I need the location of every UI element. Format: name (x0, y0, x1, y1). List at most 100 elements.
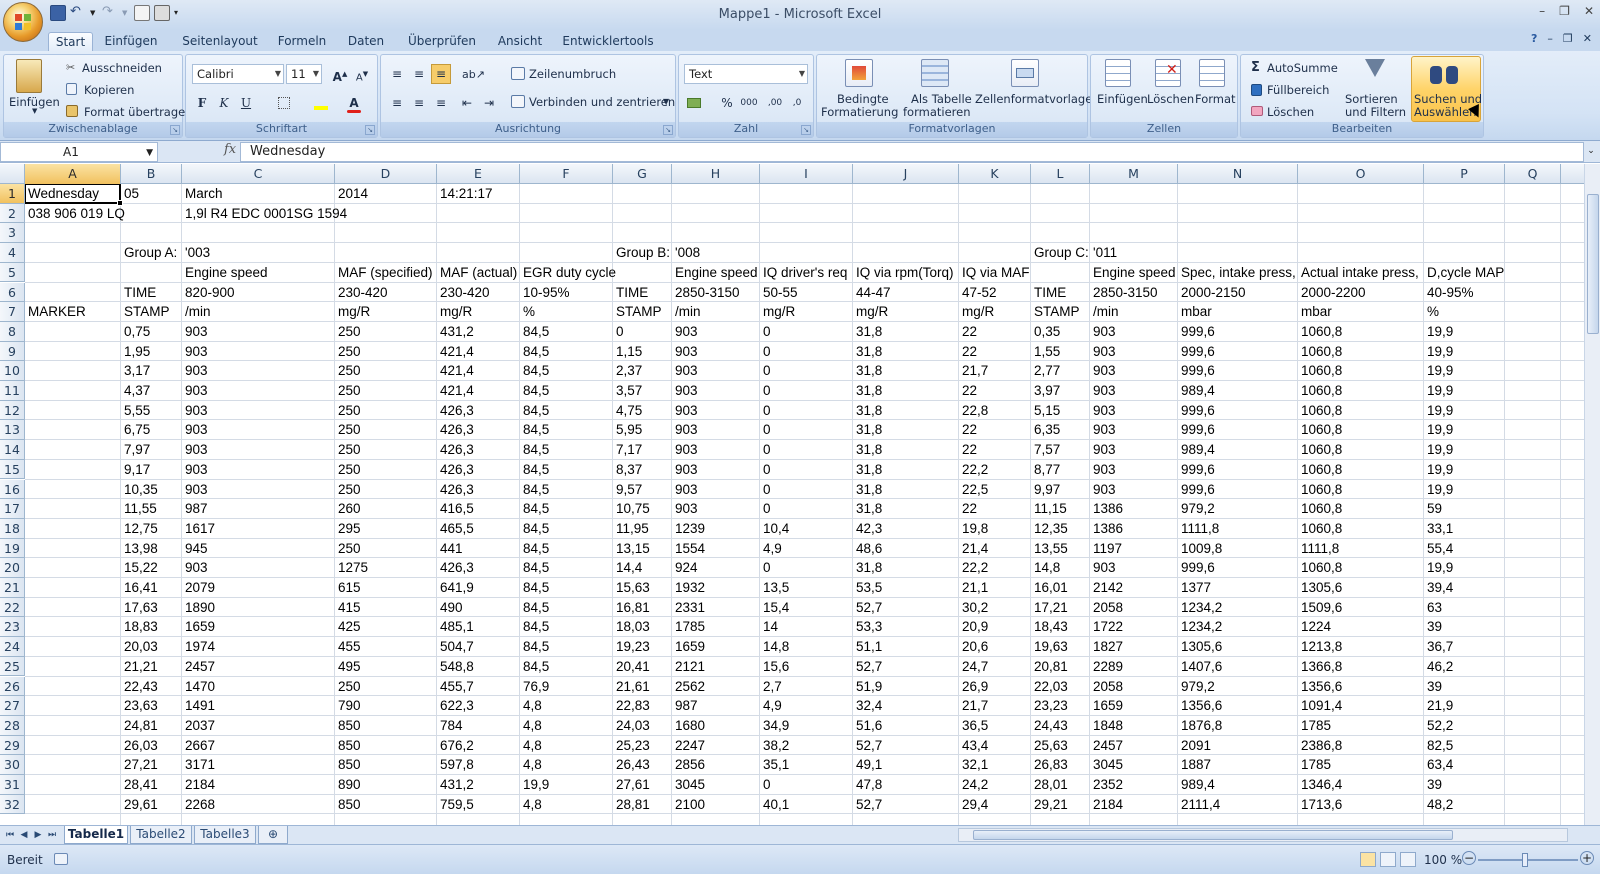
cell-e11[interactable]: 421,4 (437, 381, 474, 401)
cell-p13[interactable]: 19,9 (1424, 420, 1453, 440)
font-size-combo[interactable]: 11 ▼ (286, 64, 322, 84)
column-header-f[interactable]: F (520, 164, 613, 184)
column-header-k[interactable]: K (959, 164, 1031, 184)
cell-l24[interactable]: 19,63 (1031, 637, 1068, 657)
cell-b32[interactable]: 29,61 (121, 795, 158, 815)
increase-decimal-icon[interactable]: ,00 (765, 93, 785, 113)
cell-o16[interactable]: 1060,8 (1298, 480, 1342, 500)
cell-p23[interactable]: 39 (1424, 617, 1442, 637)
cell-c1[interactable]: March (182, 184, 223, 204)
cell-j17[interactable]: 31,8 (853, 499, 882, 519)
cell-h26[interactable]: 2562 (672, 677, 705, 697)
cell-g13[interactable]: 5,95 (613, 420, 642, 440)
cell-o32[interactable]: 1713,6 (1298, 795, 1342, 815)
row-header-6[interactable]: 6 (0, 282, 25, 303)
cell-b8[interactable]: 0,75 (121, 322, 150, 342)
cell-m15[interactable]: 903 (1090, 460, 1116, 480)
cell-m10[interactable]: 903 (1090, 361, 1116, 381)
cell-k25[interactable]: 24,7 (959, 657, 988, 677)
cell-l25[interactable]: 20,81 (1031, 657, 1068, 677)
cell-j19[interactable]: 48,6 (853, 539, 882, 559)
cell-m13[interactable]: 903 (1090, 420, 1116, 440)
cell-k22[interactable]: 30,2 (959, 598, 988, 618)
cell-j32[interactable]: 52,7 (853, 795, 882, 815)
cell-d32[interactable]: 850 (335, 795, 361, 815)
chevron-down-icon[interactable]: ▼ (663, 97, 669, 106)
cell-l20[interactable]: 14,8 (1031, 558, 1060, 578)
tab-formeln[interactable]: Formeln (272, 32, 332, 51)
conditional-format-button-line2[interactable]: Formatierung (821, 105, 898, 119)
cell-a2[interactable]: 038 906 019 LQ (25, 204, 125, 224)
cell-h8[interactable]: 903 (672, 322, 698, 342)
cell-k6[interactable]: 47-52 (959, 283, 997, 303)
row-header-5[interactable]: 5 (0, 262, 25, 283)
dialog-launcher-icon[interactable]: ↘ (170, 125, 180, 135)
cell-m16[interactable]: 903 (1090, 480, 1116, 500)
cell-f7[interactable]: % (520, 302, 535, 322)
row-header-16[interactable]: 16 (0, 479, 25, 500)
cell-n11[interactable]: 989,4 (1178, 381, 1215, 401)
grow-font-icon[interactable]: A▲ (330, 64, 350, 84)
row-header-31[interactable]: 31 (0, 775, 25, 795)
cell-f9[interactable]: 84,5 (520, 342, 549, 362)
tab-ueberpruefen[interactable]: Überprüfen (404, 32, 480, 51)
cell-n18[interactable]: 1111,8 (1178, 519, 1219, 539)
cell-f16[interactable]: 84,5 (520, 480, 549, 500)
cell-f22[interactable]: 84,5 (520, 598, 549, 618)
conditional-format-button[interactable]: Bedingte (837, 92, 889, 106)
cell-b10[interactable]: 3,17 (121, 361, 150, 381)
cell-k24[interactable]: 20,6 (959, 637, 988, 657)
column-header-e[interactable]: E (437, 164, 520, 184)
cell-i6[interactable]: 50-55 (760, 283, 798, 303)
cell-b20[interactable]: 15,22 (121, 558, 158, 578)
cell-b18[interactable]: 12,75 (121, 519, 158, 539)
cell-d30[interactable]: 850 (335, 755, 361, 775)
cell-o8[interactable]: 1060,8 (1298, 322, 1342, 342)
cell-f28[interactable]: 4,8 (520, 716, 542, 736)
cell-f32[interactable]: 4,8 (520, 795, 542, 815)
cell-d14[interactable]: 250 (335, 440, 361, 460)
column-header-l[interactable]: L (1031, 164, 1090, 184)
column-header-g[interactable]: G (613, 164, 672, 184)
cell-d21[interactable]: 615 (335, 578, 361, 598)
cell-l30[interactable]: 26,83 (1031, 755, 1068, 775)
zoom-slider-knob[interactable] (1522, 853, 1528, 867)
cell-b15[interactable]: 9,17 (121, 460, 150, 480)
cell-g29[interactable]: 25,23 (613, 736, 650, 756)
sheet-tab-tabelle1[interactable]: Tabelle1 (64, 826, 128, 844)
cell-l16[interactable]: 9,97 (1031, 480, 1060, 500)
cell-c24[interactable]: 1974 (182, 637, 215, 657)
decrease-decimal-icon[interactable]: ,0 (787, 93, 807, 113)
cell-f24[interactable]: 84,5 (520, 637, 549, 657)
cell-d7[interactable]: mg/R (335, 302, 370, 322)
cell-c8[interactable]: 903 (182, 322, 208, 342)
cell-o13[interactable]: 1060,8 (1298, 420, 1342, 440)
cell-b1[interactable]: 05 (121, 184, 139, 204)
cell-e24[interactable]: 504,7 (437, 637, 474, 657)
cell-o19[interactable]: 1111,8 (1298, 539, 1339, 559)
cell-e17[interactable]: 416,5 (437, 499, 474, 519)
cell-h9[interactable]: 903 (672, 342, 698, 362)
cell-g27[interactable]: 22,83 (613, 696, 650, 716)
cell-f13[interactable]: 84,5 (520, 420, 549, 440)
cell-o5[interactable]: Actual intake press, (1298, 263, 1419, 283)
cell-m24[interactable]: 1827 (1090, 637, 1123, 657)
cell-m23[interactable]: 1722 (1090, 617, 1123, 637)
row-header-13[interactable]: 13 (0, 420, 25, 441)
cell-h21[interactable]: 1932 (672, 578, 705, 598)
column-header-b[interactable]: B (121, 164, 182, 184)
cell-d17[interactable]: 260 (335, 499, 361, 519)
cell-l8[interactable]: 0,35 (1031, 322, 1060, 342)
cell-d31[interactable]: 890 (335, 775, 361, 795)
cell-n30[interactable]: 1887 (1178, 755, 1211, 775)
percent-button[interactable]: % (717, 93, 737, 113)
cell-o23[interactable]: 1224 (1298, 617, 1331, 637)
cell-k23[interactable]: 20,9 (959, 617, 988, 637)
cell-k13[interactable]: 22 (959, 420, 977, 440)
row-header-32[interactable]: 32 (0, 794, 25, 815)
cell-d19[interactable]: 250 (335, 539, 361, 559)
cell-o6[interactable]: 2000-2200 (1298, 283, 1366, 303)
cell-p22[interactable]: 63 (1424, 598, 1442, 618)
cell-o10[interactable]: 1060,8 (1298, 361, 1342, 381)
cell-d1[interactable]: 2014 (335, 184, 368, 204)
